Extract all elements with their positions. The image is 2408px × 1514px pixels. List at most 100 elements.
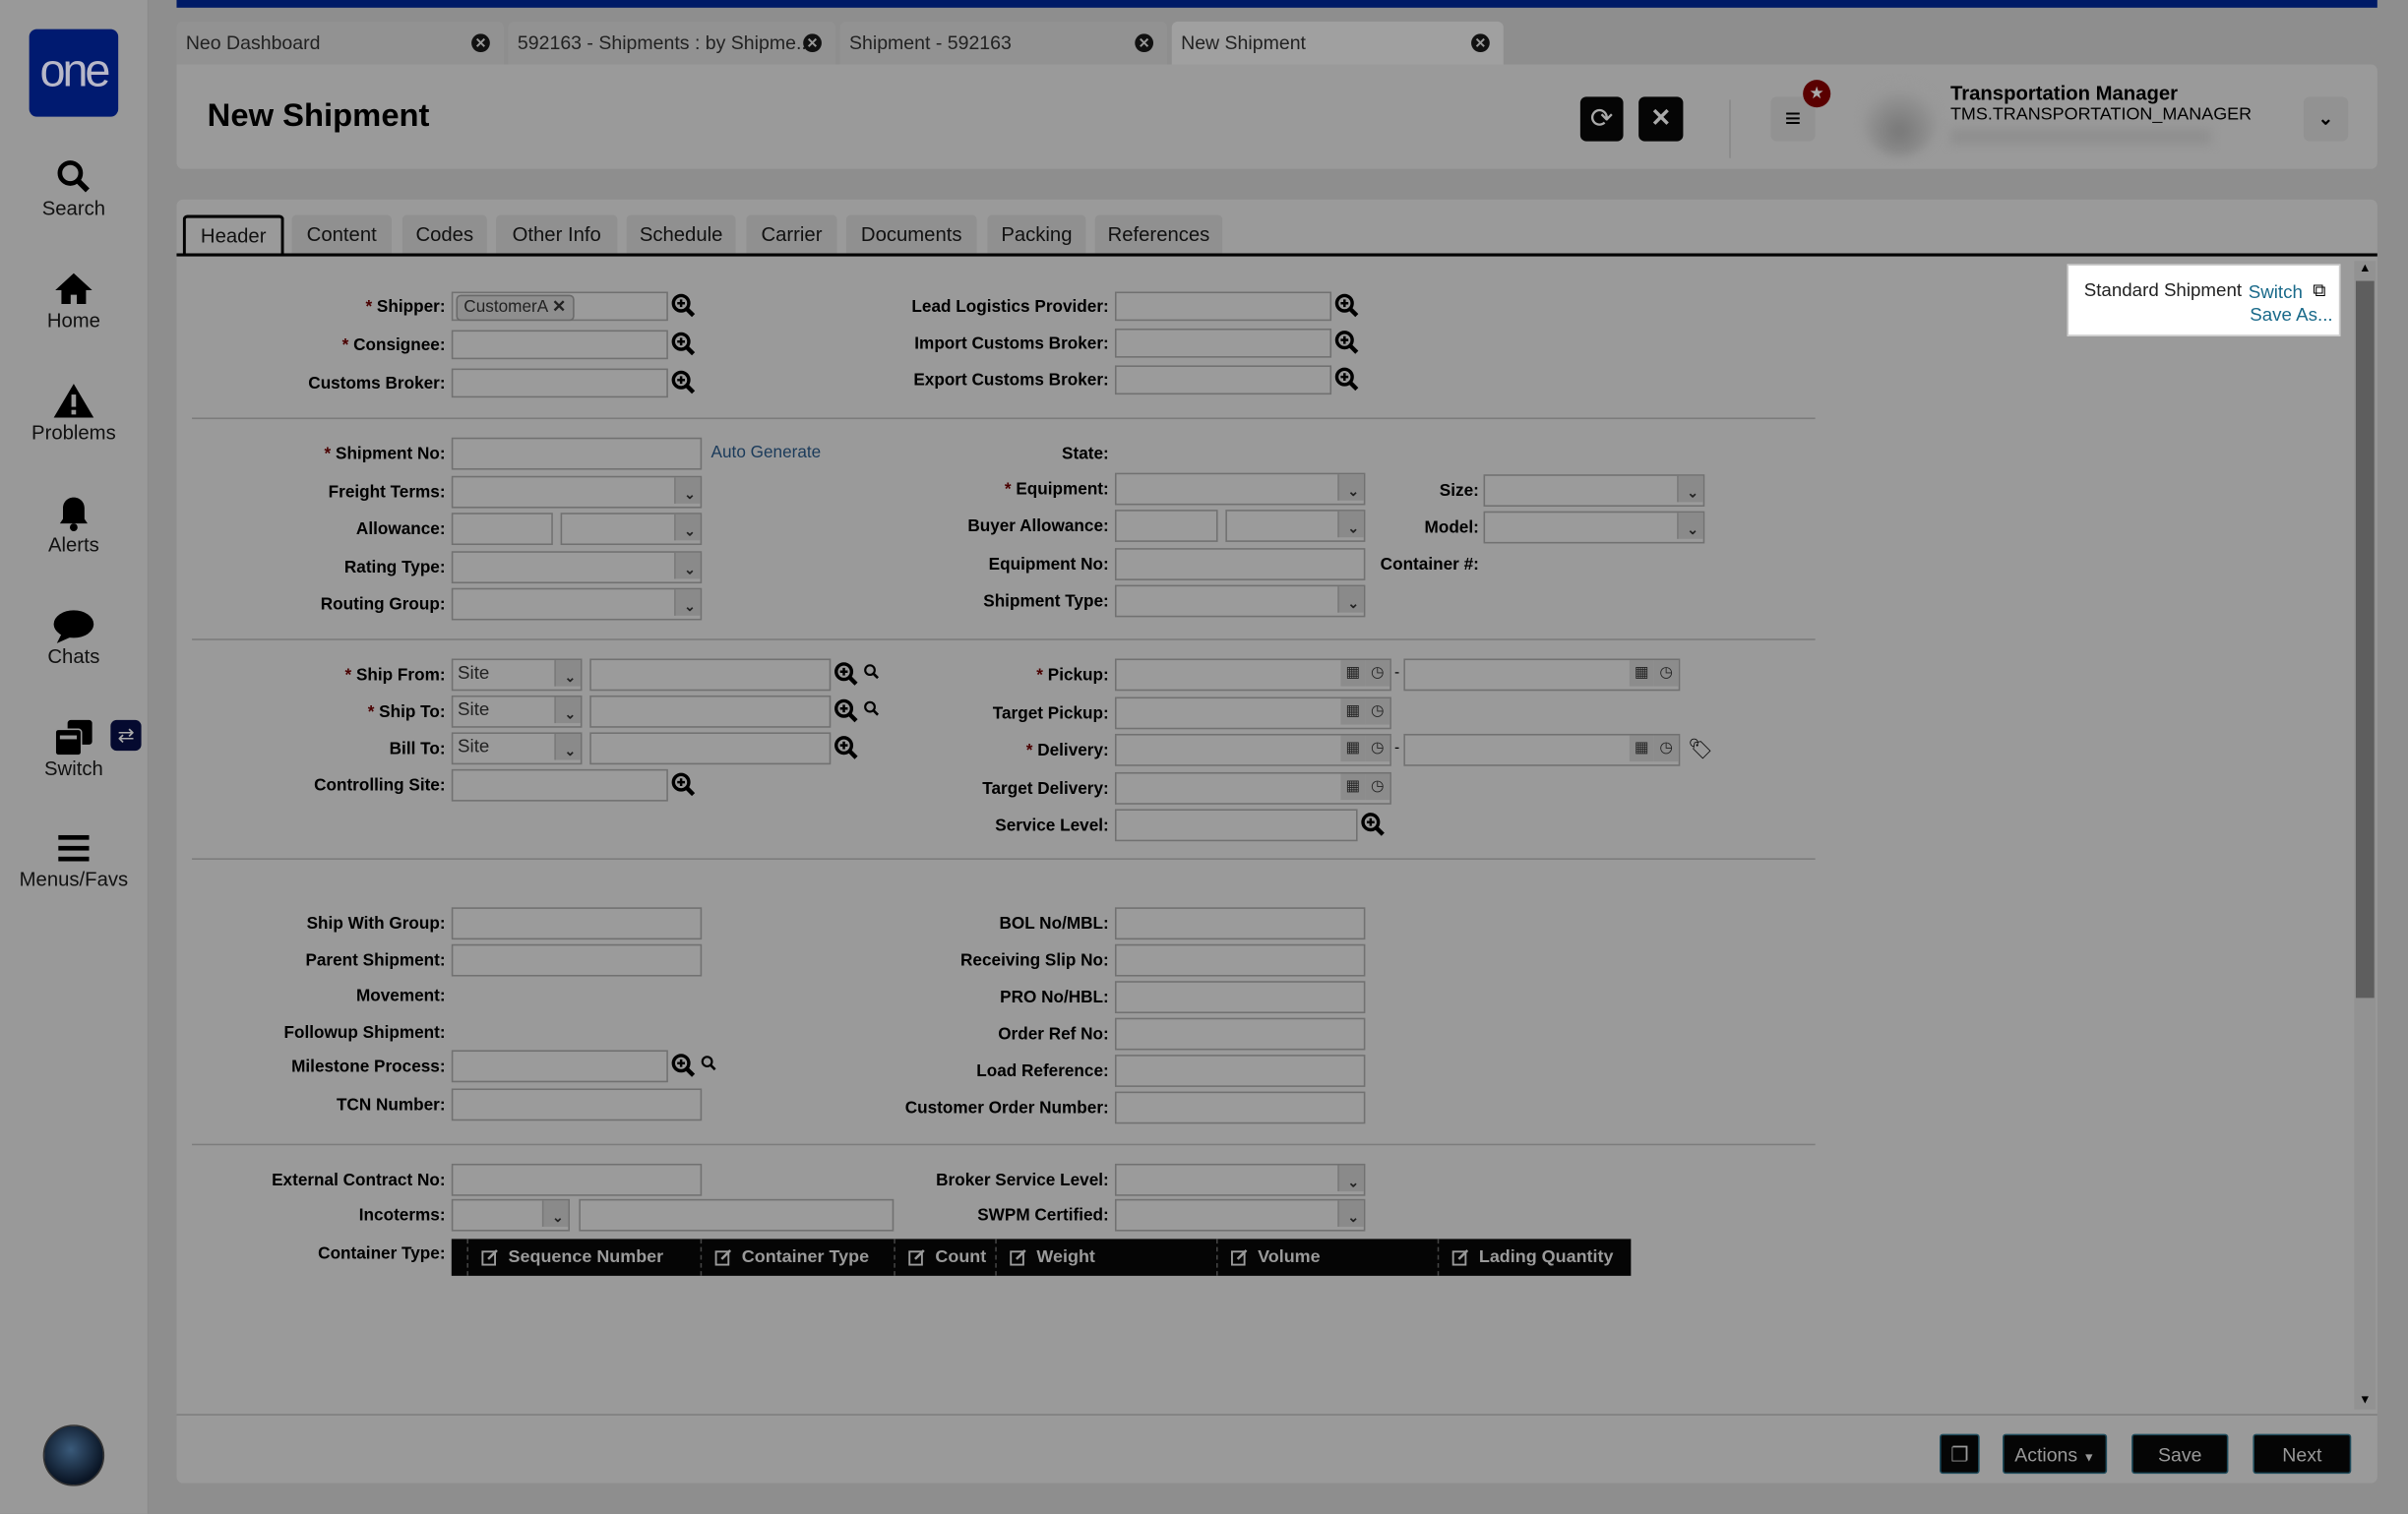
column-count[interactable]: Count: [894, 1239, 995, 1276]
window-tab-neo-dashboard[interactable]: Neo Dashboard ✕: [176, 21, 504, 65]
equipment-no-input[interactable]: [1114, 548, 1366, 580]
column-volume[interactable]: Volume: [1215, 1239, 1438, 1276]
allowance-input[interactable]: [451, 513, 553, 546]
clock-icon[interactable]: ◷: [1365, 660, 1390, 687]
close-tab-icon[interactable]: ✕: [803, 33, 822, 53]
calendar-icon[interactable]: ▦: [1340, 735, 1366, 762]
lookup-icon[interactable]: [1361, 813, 1386, 837]
target-delivery-input[interactable]: ▦ ◷: [1114, 771, 1391, 805]
window-tab-shipment-592163[interactable]: Shipment - 592163 ✕: [839, 21, 1168, 65]
tab-schedule[interactable]: Schedule: [626, 214, 736, 256]
sidebar-item-home[interactable]: Home: [0, 271, 148, 332]
tab-documents[interactable]: Documents: [845, 214, 977, 256]
close-tab-icon[interactable]: ✕: [1135, 33, 1154, 53]
scrollbar-thumb[interactable]: [2355, 280, 2375, 999]
delivery-start-input[interactable]: ▦ ◷: [1114, 733, 1391, 766]
shipment-no-input[interactable]: [451, 437, 703, 470]
bill-to-type-select[interactable]: Site ⌄: [451, 732, 583, 765]
ship-to-type-select[interactable]: Site ⌄: [451, 695, 583, 728]
export-customs-broker-input[interactable]: [1114, 365, 1332, 395]
delivery-end-input[interactable]: ▦ ◷: [1403, 733, 1681, 766]
lookup-icon[interactable]: [671, 1054, 696, 1078]
sidebar-item-search[interactable]: Search: [0, 158, 148, 219]
calendar-icon[interactable]: ▦: [1340, 660, 1366, 687]
shipment-type-select[interactable]: ⌄: [1114, 584, 1366, 618]
import-customs-broker-input[interactable]: [1114, 328, 1332, 358]
lookup-icon[interactable]: [1334, 293, 1359, 318]
close-tab-icon[interactable]: ✕: [471, 33, 490, 53]
bol-no-input[interactable]: [1114, 907, 1366, 940]
pickup-start-input[interactable]: ▦ ◷: [1114, 658, 1391, 692]
pro-no-input[interactable]: [1114, 981, 1366, 1013]
globe-avatar-icon[interactable]: [42, 1424, 105, 1486]
close-page-button[interactable]: ✕: [1638, 96, 1684, 142]
next-button[interactable]: Next: [2253, 1433, 2352, 1475]
bill-to-input[interactable]: [589, 732, 832, 765]
controlling-site-input[interactable]: [451, 768, 668, 802]
scroll-down-icon[interactable]: ▼: [2359, 1392, 2371, 1406]
copy-button[interactable]: ❐: [1940, 1433, 1980, 1475]
shipper-input[interactable]: CustomerA ✕: [451, 291, 668, 322]
ship-with-group-input[interactable]: [451, 907, 703, 940]
clock-icon[interactable]: ◷: [1365, 773, 1390, 801]
lookup-icon[interactable]: [1334, 367, 1359, 392]
remove-chip-icon[interactable]: ✕: [552, 298, 566, 317]
column-lading-quantity[interactable]: Lading Quantity: [1437, 1239, 1632, 1276]
incoterms-select[interactable]: ⌄: [451, 1198, 570, 1232]
equipment-select[interactable]: ⌄: [1114, 472, 1366, 506]
lookup-icon[interactable]: [671, 370, 696, 394]
tcn-number-input[interactable]: [451, 1088, 703, 1121]
copy-icon[interactable]: ⧉: [2313, 279, 2325, 302]
switch-layout-link[interactable]: Switch: [2249, 281, 2303, 303]
service-level-input[interactable]: [1114, 809, 1358, 842]
tab-header[interactable]: Header: [182, 214, 284, 256]
save-button[interactable]: Save: [2131, 1433, 2229, 1475]
scroll-up-icon[interactable]: ▲: [2359, 261, 2371, 274]
favorite-star-icon[interactable]: ★: [1803, 80, 1831, 108]
close-tab-icon[interactable]: ✕: [1471, 33, 1490, 53]
ship-from-input[interactable]: [589, 658, 832, 692]
search-icon[interactable]: [701, 1055, 717, 1071]
column-container-type[interactable]: Container Type: [700, 1239, 895, 1276]
customs-broker-input[interactable]: [451, 368, 668, 398]
allowance-unit-select[interactable]: ⌄: [560, 513, 703, 546]
tab-other-info[interactable]: Other Info: [496, 214, 618, 256]
vertical-scrollbar[interactable]: ▲ ▼: [2354, 261, 2377, 1410]
save-as-link[interactable]: Save As...: [2250, 304, 2332, 326]
actions-button[interactable]: Actions ▼: [2003, 1433, 2108, 1475]
lookup-icon[interactable]: [671, 772, 696, 797]
customer-order-number-input[interactable]: [1114, 1091, 1366, 1124]
ship-from-type-select[interactable]: Site ⌄: [451, 658, 583, 692]
user-menu-dropdown[interactable]: ⌄: [2303, 96, 2349, 142]
sidebar-item-problems[interactable]: Problems: [0, 383, 148, 444]
lookup-icon[interactable]: [671, 332, 696, 356]
calendar-icon[interactable]: ▦: [1340, 773, 1366, 801]
sidebar-item-alerts[interactable]: Alerts: [0, 495, 148, 556]
tab-content[interactable]: Content: [291, 214, 392, 256]
swpm-certified-select[interactable]: ⌄: [1114, 1198, 1366, 1232]
user-avatar[interactable]: [1863, 83, 1937, 157]
lead-logistics-provider-input[interactable]: [1114, 291, 1332, 322]
load-reference-input[interactable]: [1114, 1055, 1366, 1087]
calendar-icon[interactable]: ▦: [1629, 735, 1654, 762]
buyer-allowance-input[interactable]: [1114, 510, 1218, 542]
target-pickup-input[interactable]: ▦ ◷: [1114, 696, 1391, 730]
column-weight[interactable]: Weight: [995, 1239, 1216, 1276]
rating-type-select[interactable]: ⌄: [451, 551, 703, 584]
tag-icon[interactable]: 🏷: [1688, 737, 1713, 761]
window-tab-new-shipment[interactable]: New Shipment ✕: [1171, 21, 1504, 65]
lookup-icon[interactable]: [1334, 331, 1359, 355]
parent-shipment-input[interactable]: [451, 943, 703, 977]
broker-service-level-select[interactable]: ⌄: [1114, 1163, 1366, 1196]
consignee-input[interactable]: [451, 330, 668, 360]
app-logo[interactable]: one: [29, 29, 119, 117]
tab-packing[interactable]: Packing: [987, 214, 1086, 256]
calendar-icon[interactable]: ▦: [1340, 698, 1366, 725]
lookup-icon[interactable]: [671, 293, 696, 318]
milestone-process-input[interactable]: [451, 1050, 668, 1083]
clock-icon[interactable]: ◷: [1365, 698, 1390, 725]
external-contract-no-input[interactable]: [451, 1163, 703, 1196]
sidebar-item-menus-favs[interactable]: Menus/Favs: [0, 832, 148, 890]
column-sequence-number[interactable]: Sequence Number: [466, 1239, 700, 1276]
window-tab-shipments[interactable]: 592163 - Shipments : by Shipme... ✕: [508, 21, 835, 65]
